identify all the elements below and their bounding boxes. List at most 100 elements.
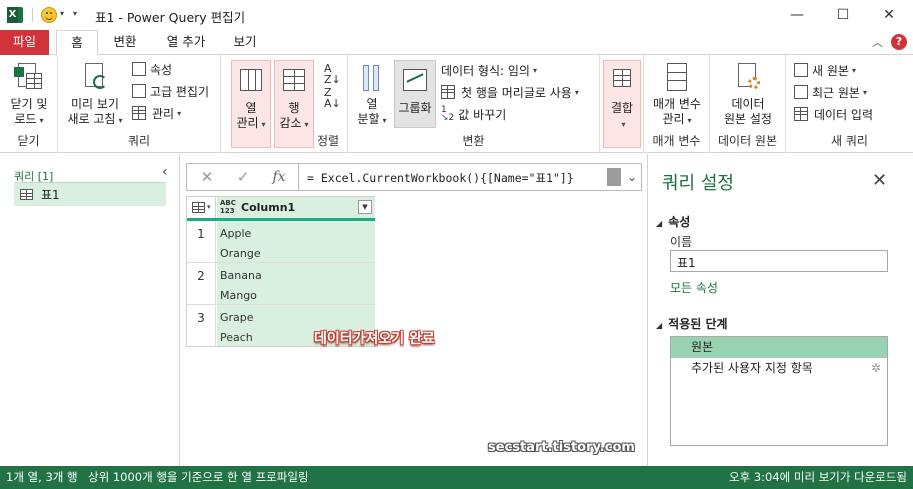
help-icon[interactable]: ? (891, 34, 907, 50)
column-header[interactable]: ABC 123 Column1 ▼ (217, 197, 375, 218)
table-row[interactable]: 1 Apple Orange (187, 221, 375, 263)
sort-ascending-icon[interactable]: A Z↓ (324, 63, 341, 85)
refresh-preview-button[interactable]: 미리 보기 새로 고침 ▾ (64, 61, 126, 128)
query-item-label: 표1 (41, 188, 60, 202)
split-column-button[interactable]: 열 분할 ▾ (352, 61, 392, 128)
cell-value-line-1: Grape (220, 311, 254, 324)
refresh-label-2: 새로 고침 ▾ (67, 112, 123, 126)
close-icon[interactable]: ✕ (872, 170, 887, 191)
tab-transform[interactable]: 변환 (106, 30, 144, 55)
queries-pane: 쿼리 [1] ‹ 표1 (0, 154, 180, 466)
refresh-label-1: 미리 보기 (71, 97, 119, 111)
applied-steps-section-header[interactable]: ◢ 적용된 단계 (656, 315, 728, 332)
cell-value-line-1: Apple (220, 227, 252, 240)
step-item[interactable]: 추가된 사용자 지정 항목 ✲ (671, 358, 887, 379)
advanced-editor-icon (132, 84, 146, 98)
manage-columns-icon (236, 65, 266, 97)
first-row-header-button[interactable]: 첫 행을 머리글로 사용 ▾ (441, 83, 579, 101)
title-bar: ▾ ▾ 표1 - Power Query 편집기 — ☐ ✕ (0, 0, 913, 30)
group-combine: 결합 ▾ (600, 55, 644, 153)
properties-section-header[interactable]: ◢ 속성 (656, 213, 690, 230)
query-settings-title: 쿼리 설정 (662, 173, 734, 194)
tab-file[interactable]: 파일 (0, 30, 49, 55)
new-source-icon (794, 63, 808, 77)
manage-icon (132, 106, 146, 120)
tab-home[interactable]: 홈 (56, 30, 98, 56)
grid-header: ▾ ABC 123 Column1 ▼ (187, 197, 375, 221)
table-menu-button[interactable]: ▾ (187, 197, 216, 218)
applied-steps-list: 원본 추가된 사용자 지정 항목 ✲ (670, 336, 888, 446)
tab-add-column[interactable]: 열 추가 (160, 30, 212, 55)
column-name: Column1 (241, 201, 296, 214)
manage-columns-button[interactable]: 열 관리 ▾ (231, 60, 271, 148)
new-source-label: 새 원본 (812, 63, 849, 78)
status-bar: 1개 열, 3개 행 상위 1000개 행을 기준으로 한 열 프로파일링 오후… (0, 466, 913, 489)
replace-values-icon: 1 ↘2 (441, 105, 455, 123)
data-grid: ▾ ABC 123 Column1 ▼ 1 Apple Orange 2 Bana… (186, 196, 375, 347)
column-filter-button[interactable]: ▼ (358, 200, 372, 214)
collapse-ribbon-icon[interactable]: ︿ (872, 34, 883, 50)
chevron-down-icon[interactable]: ▾ (60, 9, 64, 18)
group-by-button[interactable]: 그룹화 (394, 60, 436, 128)
sort-descending-icon[interactable]: Z A↓ (324, 87, 341, 109)
quick-access-customize-icon[interactable]: ▾ (73, 9, 77, 18)
data-source-label-2: 원본 설정 (724, 112, 772, 126)
table-cell[interactable]: Banana Mango (217, 263, 375, 304)
group-parameters-label: 매개 변수 (652, 134, 701, 148)
manage-query-button[interactable]: 관리 ▾ (132, 104, 181, 122)
formula-separator (298, 164, 299, 190)
advanced-editor-button[interactable]: 고급 편집기 (132, 82, 209, 100)
title-separator (32, 8, 33, 22)
close-load-icon (14, 61, 44, 93)
row-number: 1 (187, 221, 216, 262)
maximize-button[interactable]: ☐ (820, 0, 866, 30)
recent-sources-button[interactable]: 최근 원본 ▾ (794, 83, 867, 101)
type-any-icon[interactable]: ABC 123 (220, 199, 236, 215)
combine-arrow: ▾ (621, 120, 626, 129)
enter-data-label: 데이터 입력 (814, 107, 874, 122)
close-button[interactable]: ✕ (866, 0, 912, 30)
combine-button[interactable]: 결합 ▾ (603, 60, 641, 148)
smiley-feedback-icon[interactable] (41, 7, 57, 23)
reduce-rows-button[interactable]: 행 감소 ▾ (274, 60, 314, 148)
data-source-settings-button[interactable]: 데이터 원본 설정 (716, 61, 780, 127)
formula-scrollbar[interactable] (607, 168, 621, 186)
status-profiling-mode[interactable]: 상위 1000개 행을 기준으로 한 열 프로파일링 (88, 466, 308, 489)
group-by-label: 그룹화 (398, 101, 432, 115)
table-row[interactable]: 2 Banana Mango (187, 263, 375, 305)
properties-button[interactable]: 속성 (132, 60, 172, 78)
step-item[interactable]: 원본 (671, 337, 887, 358)
reduce-rows-label-1: 행 (288, 101, 300, 115)
chevron-left-icon[interactable]: ‹ (162, 164, 168, 180)
data-type-button[interactable]: 데이터 형식: 임의 ▾ (441, 61, 537, 79)
chevron-down-icon[interactable]: ⌄ (623, 166, 641, 188)
enter-data-button[interactable]: 데이터 입력 (794, 105, 873, 123)
tab-view[interactable]: 보기 (226, 30, 264, 55)
group-close: 닫기 및 로드 ▾ 닫기 (0, 55, 58, 153)
query-name-field[interactable]: 표1 (670, 250, 888, 272)
manage-parameters-button[interactable]: 매개 변수 관리 ▾ (648, 61, 706, 128)
table-icon (192, 202, 205, 213)
cell-value-line-1: Banana (220, 269, 262, 282)
close-and-load-button[interactable]: 닫기 및 로드 ▾ (4, 61, 54, 128)
all-properties-link[interactable]: 모든 속성 (670, 279, 718, 296)
ribbon-tabs: 파일 홈 변환 열 추가 보기 ︿ ? (0, 30, 913, 56)
replace-values-button[interactable]: 1 ↘2 값 바꾸기 (441, 105, 506, 123)
fx-icon[interactable]: fx (265, 166, 293, 188)
properties-icon (132, 62, 146, 76)
gear-icon[interactable]: ✲ (871, 358, 881, 379)
manage-columns-label-1: 열 (245, 101, 257, 115)
query-item[interactable]: 표1 (14, 183, 166, 206)
table-cell[interactable]: Apple Orange (217, 221, 375, 262)
cell-value-line-2: Peach (220, 331, 253, 344)
group-query: 미리 보기 새로 고침 ▾ 속성 고급 편집기 관리 ▾ 쿼리 (58, 55, 221, 153)
group-data-source: 데이터 원본 설정 데이터 원본 (710, 55, 786, 153)
manage-label: 관리 (152, 106, 175, 121)
cancel-formula-button[interactable]: ✕ (193, 166, 221, 188)
new-source-button[interactable]: 새 원본 ▾ (794, 61, 856, 79)
parameters-label-1: 매개 변수 (653, 97, 701, 111)
formula-input[interactable]: = Excel.CurrentWorkbook(){[Name="표1"]} (307, 170, 574, 186)
data-type-label: 데이터 형식: 임의 (441, 63, 530, 78)
minimize-button[interactable]: — (774, 0, 820, 30)
accept-formula-button[interactable]: ✓ (229, 166, 257, 188)
